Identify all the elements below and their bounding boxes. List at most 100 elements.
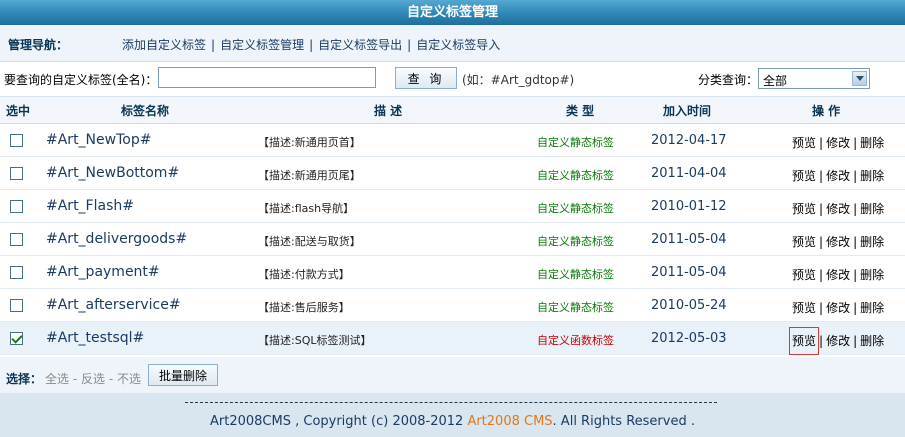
nav-label: 管理导航： bbox=[8, 38, 69, 52]
copyright-prefix: Art2008CMS , Copyright (c) 2008-2012 bbox=[210, 414, 468, 429]
table-row: #Art_Flash# 【描述:flash导航】 自定义静态标签 2010-01-12… bbox=[0, 190, 905, 223]
preview-link[interactable]: 预览 bbox=[788, 327, 820, 355]
tag-description: 【描述:新通用页尾】 bbox=[258, 169, 361, 182]
edit-link[interactable]: 修改 bbox=[826, 235, 850, 249]
query-button[interactable]: 查 询 bbox=[395, 67, 457, 89]
brand-name: Art2008 CMS bbox=[467, 414, 553, 429]
delete-link[interactable]: 删除 bbox=[860, 301, 884, 315]
row-checkbox[interactable] bbox=[10, 167, 23, 180]
search-bar: 要查询的自定义标签(全名)： 查 询 (如：#Art_gdtop#) 分类查询：… bbox=[0, 62, 905, 97]
header-tag-name: 标签名称 bbox=[121, 104, 170, 118]
delete-link[interactable]: 删除 bbox=[860, 169, 884, 183]
search-input[interactable] bbox=[158, 67, 376, 88]
tag-description: 【描述:配送与取货】 bbox=[258, 235, 361, 248]
header-select: 选中 bbox=[6, 104, 31, 118]
action-separator: | bbox=[853, 235, 858, 249]
tag-name: #Art_NewBottom# bbox=[46, 165, 180, 181]
row-checkbox[interactable] bbox=[10, 299, 23, 312]
selection-bar: 选择： 全选 - 反选 - 不选 批量删除 bbox=[0, 357, 905, 393]
tag-name: #Art_afterservice# bbox=[46, 297, 181, 313]
table-row: #Art_afterservice# 【描述:售后服务】 自定义静态标签 2010-0… bbox=[0, 289, 905, 322]
preview-link[interactable]: 预览 bbox=[792, 202, 816, 216]
tag-description: 【描述:售后服务】 bbox=[258, 301, 350, 314]
row-actions: 预览 | 修改 | 删除 bbox=[792, 266, 884, 283]
preview-link[interactable]: 预览 bbox=[792, 301, 816, 315]
action-separator: | bbox=[819, 235, 824, 249]
footer: Art2008CMS , Copyright (c) 2008-2012 Art… bbox=[0, 393, 905, 437]
tag-description: 【描述:flash导航】 bbox=[258, 202, 355, 215]
action-separator: | bbox=[819, 268, 824, 282]
tag-type: 自定义静态标签 bbox=[537, 169, 614, 182]
table-row: #Art_NewBottom# 【描述:新通用页尾】 自定义静态标签 2011-04-… bbox=[0, 157, 905, 190]
action-separator: | bbox=[819, 136, 824, 150]
table-row: #Art_NewTop# 【描述:新通用页首】 自定义静态标签 2012-04-17 预… bbox=[0, 124, 905, 157]
preview-link[interactable]: 预览 bbox=[792, 235, 816, 249]
selection-separator: - bbox=[72, 372, 78, 386]
tag-type: 自定义静态标签 bbox=[537, 268, 614, 281]
action-separator: | bbox=[853, 268, 858, 282]
preview-link[interactable]: 预览 bbox=[792, 268, 816, 282]
preview-link[interactable]: 预览 bbox=[792, 136, 816, 150]
selection-separator: - bbox=[108, 372, 114, 386]
tag-name: #Art_testsql# bbox=[46, 330, 145, 346]
table-row: #Art_testsql# 【描述:SQL标签测试】 自定义函数标签 2012-05-… bbox=[0, 322, 905, 355]
edit-link[interactable]: 修改 bbox=[826, 334, 850, 348]
delete-link[interactable]: 删除 bbox=[860, 235, 884, 249]
action-separator: | bbox=[853, 334, 858, 348]
row-checkbox[interactable] bbox=[10, 233, 23, 246]
tag-description: 【描述:付款方式】 bbox=[258, 268, 350, 281]
row-actions: 预览 | 修改 | 删除 bbox=[788, 327, 884, 355]
nav-link-add-tag[interactable]: 添加自定义标签 bbox=[122, 38, 206, 52]
edit-link[interactable]: 修改 bbox=[826, 169, 850, 183]
preview-link[interactable]: 预览 bbox=[792, 169, 816, 183]
row-actions: 预览 | 修改 | 删除 bbox=[792, 134, 884, 151]
table-row: #Art_delivergoods# 【描述:配送与取货】 自定义静态标签 2011-… bbox=[0, 223, 905, 256]
row-checkbox[interactable] bbox=[10, 200, 23, 213]
selection-links: 全选 - 反选 - 不选 bbox=[45, 370, 141, 387]
date-added: 2011-05-04 bbox=[651, 265, 727, 280]
footer-divider bbox=[185, 402, 717, 403]
select-all-link[interactable]: 全选 bbox=[45, 372, 69, 386]
header-date-added: 加入时间 bbox=[663, 104, 712, 118]
chevron-down-icon[interactable] bbox=[852, 71, 867, 86]
invert-selection-link[interactable]: 反选 bbox=[81, 372, 105, 386]
copyright-suffix: . All Rights Reserved . bbox=[552, 414, 695, 429]
batch-delete-button[interactable]: 批量删除 bbox=[148, 364, 218, 386]
delete-link[interactable]: 删除 bbox=[860, 202, 884, 216]
category-select[interactable]: 全部 bbox=[758, 68, 870, 89]
row-checkbox[interactable] bbox=[10, 134, 23, 147]
edit-link[interactable]: 修改 bbox=[826, 202, 850, 216]
row-checkbox[interactable] bbox=[10, 266, 23, 279]
category-label: 分类查询： bbox=[698, 73, 759, 87]
action-separator: | bbox=[819, 334, 824, 348]
tag-type: 自定义静态标签 bbox=[537, 136, 614, 149]
table-header: 选中 标签名称 描 述 类 型 加入时间 操 作 bbox=[0, 97, 905, 124]
row-actions: 预览 | 修改 | 删除 bbox=[792, 233, 884, 250]
tag-description: 【描述:新通用页首】 bbox=[258, 136, 361, 149]
delete-link[interactable]: 删除 bbox=[860, 136, 884, 150]
tag-type: 自定义静态标签 bbox=[537, 301, 614, 314]
nav-link-manage-tags[interactable]: 自定义标签管理 bbox=[220, 38, 304, 52]
delete-link[interactable]: 删除 bbox=[860, 334, 884, 348]
delete-link[interactable]: 删除 bbox=[860, 268, 884, 282]
edit-link[interactable]: 修改 bbox=[826, 136, 850, 150]
edit-link[interactable]: 修改 bbox=[826, 301, 850, 315]
page-title: 自定义标签管理 bbox=[0, 0, 905, 25]
date-added: 2010-05-24 bbox=[651, 298, 727, 313]
date-added: 2012-04-17 bbox=[651, 133, 727, 148]
edit-link[interactable]: 修改 bbox=[826, 268, 850, 282]
selection-label: 选择： bbox=[6, 372, 43, 386]
copyright: Art2008CMS , Copyright (c) 2008-2012 Art… bbox=[0, 414, 905, 429]
row-checkbox[interactable] bbox=[10, 332, 23, 345]
header-actions: 操 作 bbox=[812, 104, 841, 118]
nav-separator: | bbox=[309, 38, 314, 52]
nav-link-import-tags[interactable]: 自定义标签导入 bbox=[416, 38, 500, 52]
action-separator: | bbox=[819, 202, 824, 216]
tag-table-body: #Art_NewTop# 【描述:新通用页首】 自定义静态标签 2012-04-17 预… bbox=[0, 124, 905, 355]
select-none-link[interactable]: 不选 bbox=[117, 372, 141, 386]
action-separator: | bbox=[853, 136, 858, 150]
action-separator: | bbox=[853, 301, 858, 315]
action-separator: | bbox=[853, 169, 858, 183]
category-selected-value: 全部 bbox=[763, 74, 788, 88]
nav-link-export-tags[interactable]: 自定义标签导出 bbox=[318, 38, 402, 52]
